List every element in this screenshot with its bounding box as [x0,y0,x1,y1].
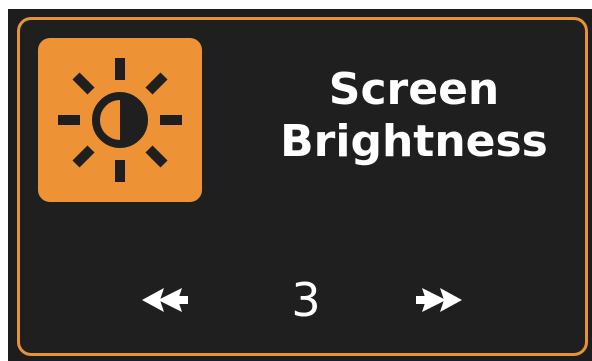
double-chevron-left-icon [142,288,188,312]
setting-title-line2: Brightness [280,116,548,167]
setting-title: Screen Brightness [258,64,570,168]
brightness-icon-tile [38,38,202,202]
setting-value: 3 [291,273,321,327]
setting-title-line1: Screen [328,64,500,115]
decrease-button[interactable] [138,284,194,316]
screen: Screen Brightness 3 [0,0,592,361]
brightness-sun-icon [58,58,182,182]
increase-button[interactable] [410,284,466,316]
double-chevron-right-icon [416,288,462,312]
